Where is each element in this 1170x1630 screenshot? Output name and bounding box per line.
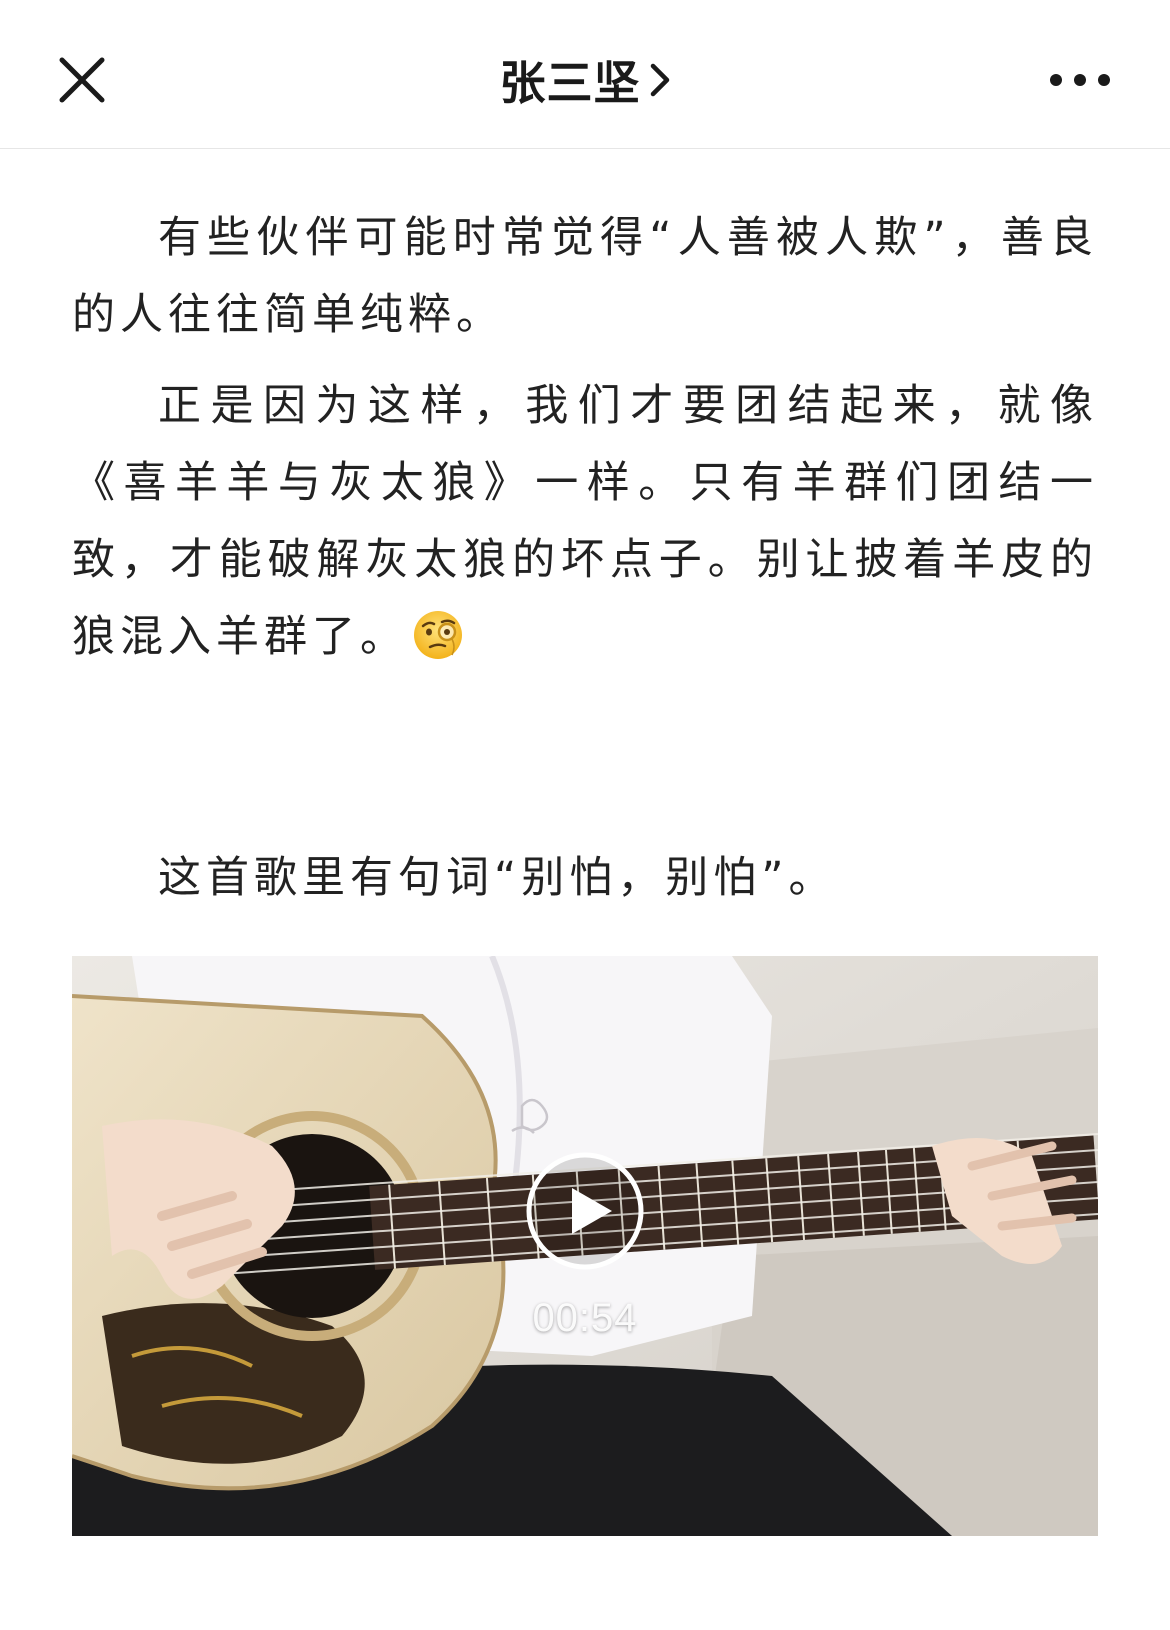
chevron-right-icon <box>650 63 669 97</box>
article-paragraph-1: 有些伙伴可能时常觉得“人善被人欺”，善良的人往往简单纯粹。 <box>72 213 1098 340</box>
article-paragraph-2: 正是因为这样，我们才要团结起来，就像《喜羊羊与灰太狼》一样。只有羊群们团结一致，… <box>72 368 1098 676</box>
article-paragraph-3: 这首歌里有句词“别怕，别怕”。 <box>158 853 837 903</box>
more-options-button[interactable] <box>1048 62 1112 98</box>
face-with-monocle-emoji-icon <box>414 611 462 659</box>
title-container: 张三坚 <box>0 50 1170 110</box>
play-button[interactable] <box>524 1150 646 1272</box>
video-player[interactable]: 00:54 <box>72 956 1098 1536</box>
top-navbar: 张三坚 <box>0 0 1170 149</box>
account-title-button[interactable]: 张三坚 <box>500 47 671 113</box>
article-paragraph-2-text: 正是因为这样，我们才要团结起来，就像《喜羊羊与灰太狼》一样。只有羊群们团结一致，… <box>72 381 1098 662</box>
play-icon <box>526 1152 644 1270</box>
more-dots-icon <box>1050 74 1110 86</box>
page-title: 张三坚 <box>499 56 641 110</box>
article-body: 有些伙伴可能时常觉得“人善被人欺”，善良的人往往简单纯粹。 正是因为这样，我们才… <box>72 200 1098 931</box>
video-duration: 00:54 <box>532 1296 638 1340</box>
